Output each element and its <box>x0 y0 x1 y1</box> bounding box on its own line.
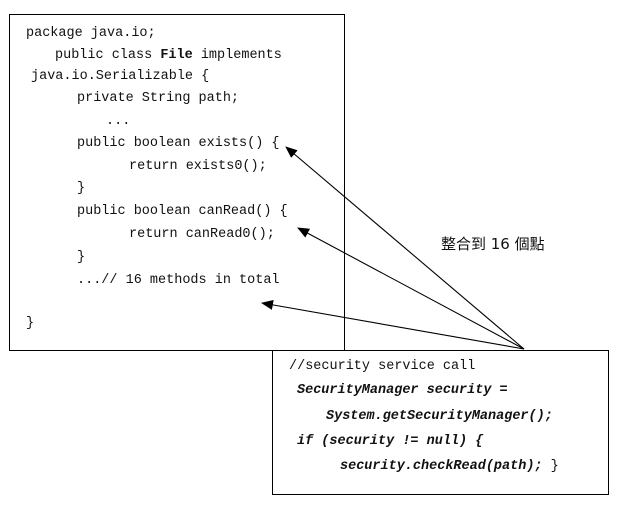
arrow-to-canread <box>297 227 525 350</box>
arrow-to-exists <box>285 146 525 350</box>
arrows-layer <box>261 146 525 350</box>
arrow-to-methods-note <box>261 299 525 350</box>
